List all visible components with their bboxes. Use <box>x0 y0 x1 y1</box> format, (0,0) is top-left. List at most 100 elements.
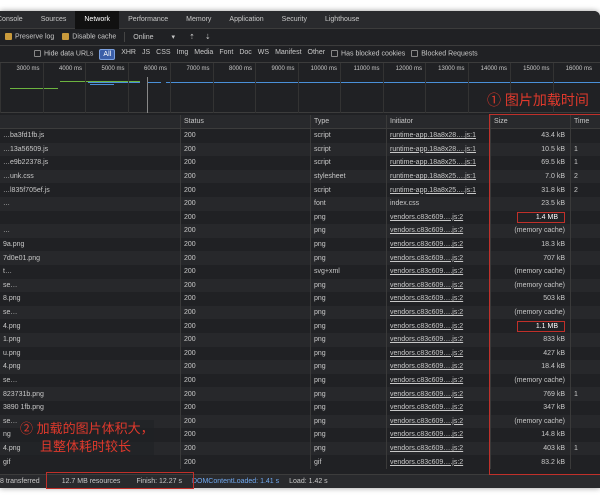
request-initiator[interactable]: runtime-app.18a8x28….js:1 <box>386 142 490 157</box>
request-initiator-text[interactable]: runtime-app.18a8x28….js:1 <box>390 146 476 153</box>
tab-security[interactable]: Security <box>273 11 316 29</box>
request-initiator[interactable]: runtime-app.18a8x25….js:1 <box>386 183 490 197</box>
request-initiator[interactable]: vendors.c83c609….js:2 <box>386 401 490 415</box>
filter-js[interactable]: JS <box>142 49 150 60</box>
request-name-text: …l835f705ef.js <box>3 186 50 194</box>
tab-memory[interactable]: Memory <box>177 11 220 29</box>
request-initiator[interactable]: vendors.c83c609….js:2 <box>386 237 490 252</box>
request-initiator[interactable]: vendors.c83c609….js:2 <box>386 428 490 442</box>
preserve-log-checkbox[interactable]: Preserve log <box>5 33 54 41</box>
filter-ws[interactable]: WS <box>258 49 269 60</box>
request-initiator[interactable]: vendors.c83c609….js:2 <box>386 210 490 225</box>
request-initiator[interactable]: runtime-app.18a8x25….js:1 <box>386 156 490 170</box>
request-status-text: 200 <box>184 322 196 330</box>
request-name-text: ng <box>3 431 11 439</box>
tab-lighthouse[interactable]: Lighthouse <box>316 11 368 29</box>
request-initiator-text[interactable]: vendors.c83c609….js:2 <box>390 282 463 289</box>
request-initiator-text[interactable]: vendors.c83c609….js:2 <box>390 404 463 411</box>
filter-font[interactable]: Font <box>219 49 233 60</box>
filter-all[interactable]: All <box>99 48 116 60</box>
filter-xhr[interactable]: XHR <box>121 49 136 60</box>
request-initiator[interactable]: vendors.c83c609….js:2 <box>386 441 490 456</box>
request-initiator-text[interactable]: runtime-app.18a8x25….js:1 <box>390 159 476 166</box>
request-initiator-text[interactable]: vendors.c83c609….js:2 <box>390 418 463 425</box>
tab-network[interactable]: Network <box>75 11 120 29</box>
request-initiator[interactable]: vendors.c83c609….js:2 <box>386 319 490 333</box>
request-initiator[interactable]: vendors.c83c609….js:2 <box>386 251 490 265</box>
has-blocked-cookies-checkbox[interactable]: Has blocked cookies <box>331 50 405 58</box>
timeline-tick-label: 5000 ms <box>101 66 125 72</box>
tab-sources[interactable]: Sources <box>32 11 76 29</box>
request-initiator[interactable]: vendors.c83c609….js:2 <box>386 455 490 469</box>
request-initiator-text[interactable]: vendors.c83c609….js:2 <box>390 377 463 384</box>
timeline-tick: 6000 ms <box>127 63 171 113</box>
request-initiator-text[interactable]: runtime-app.18a8x28….js:1 <box>390 132 476 139</box>
request-initiator[interactable]: vendors.c83c609….js:2 <box>386 414 490 429</box>
filter-css[interactable]: CSS <box>156 49 170 60</box>
request-initiator[interactable]: vendors.c83c609….js:2 <box>386 333 490 347</box>
throttle-select[interactable]: Online <box>133 34 153 41</box>
request-initiator-text[interactable]: vendors.c83c609….js:2 <box>390 268 463 275</box>
column-status[interactable]: Status <box>180 115 310 128</box>
request-type-text: png <box>314 417 326 425</box>
request-initiator[interactable]: vendors.c83c609….js:2 <box>386 373 490 388</box>
request-type: png <box>310 360 386 374</box>
timeline-tick-label: 14000 ms <box>480 66 507 72</box>
filter-img[interactable]: Img <box>177 49 189 60</box>
request-type-text: png <box>314 431 326 439</box>
request-initiator-text[interactable]: runtime-app.18a8x25….js:1 <box>390 187 476 194</box>
request-initiator[interactable]: runtime-app.18a8x25….js:1 <box>386 169 490 184</box>
hide-data-urls-label: Hide data URLs <box>44 50 94 58</box>
request-initiator[interactable]: vendors.c83c609….js:2 <box>386 346 490 361</box>
disable-cache-checkbox[interactable]: Disable cache <box>62 33 116 41</box>
request-initiator[interactable]: vendors.c83c609….js:2 <box>386 292 490 306</box>
request-status-text: 200 <box>184 200 196 208</box>
tab-application[interactable]: Application <box>220 11 272 29</box>
download-icon[interactable]: ⇣ <box>205 33 211 41</box>
request-initiator-text[interactable]: vendors.c83c609….js:2 <box>390 391 463 398</box>
request-initiator-text[interactable]: runtime-app.18a8x25….js:1 <box>390 173 476 180</box>
upload-icon[interactable]: ⇡ <box>189 33 195 41</box>
tab-console[interactable]: Console <box>0 11 32 29</box>
request-status-text: 200 <box>184 363 196 371</box>
request-initiator-text[interactable]: vendors.c83c609….js:2 <box>390 309 463 316</box>
request-initiator-text[interactable]: vendors.c83c609….js:2 <box>390 323 463 330</box>
column-initiator[interactable]: Initiator <box>386 115 490 128</box>
request-initiator[interactable]: runtime-app.18a8x28….js:1 <box>386 129 490 143</box>
blocked-requests-checkbox[interactable]: Blocked Requests <box>411 50 478 58</box>
request-name: 4.png <box>0 360 180 374</box>
request-initiator-text[interactable]: vendors.c83c609….js:2 <box>390 445 463 452</box>
request-type: png <box>310 428 386 442</box>
request-initiator[interactable]: vendors.c83c609….js:2 <box>386 265 490 279</box>
request-type-text: script <box>314 186 331 194</box>
chevron-down-icon[interactable]: ▾ <box>172 33 176 41</box>
request-initiator[interactable]: vendors.c83c609….js:2 <box>386 278 490 293</box>
request-status-text: 200 <box>184 268 196 276</box>
request-initiator-text[interactable]: vendors.c83c609….js:2 <box>390 214 463 221</box>
request-initiator[interactable]: vendors.c83c609….js:2 <box>386 224 490 238</box>
request-type-text: png <box>314 213 326 221</box>
column-type[interactable]: Type <box>310 115 386 128</box>
request-initiator[interactable]: vendors.c83c609….js:2 <box>386 360 490 374</box>
filter-media[interactable]: Media <box>194 49 213 60</box>
filter-manifest[interactable]: Manifest <box>275 49 301 60</box>
request-initiator-text[interactable]: vendors.c83c609….js:2 <box>390 241 463 248</box>
request-initiator-text[interactable]: vendors.c83c609….js:2 <box>390 227 463 234</box>
request-initiator-text[interactable]: vendors.c83c609….js:2 <box>390 459 463 466</box>
request-initiator[interactable]: vendors.c83c609….js:2 <box>386 305 490 320</box>
request-initiator-text[interactable]: vendors.c83c609….js:2 <box>390 363 463 370</box>
request-initiator[interactable]: vendors.c83c609….js:2 <box>386 387 490 401</box>
request-initiator-text[interactable]: vendors.c83c609….js:2 <box>390 295 463 302</box>
column-name[interactable] <box>0 115 180 128</box>
request-initiator-text[interactable]: vendors.c83c609….js:2 <box>390 336 463 343</box>
request-type-text: font <box>314 200 326 208</box>
filter-other[interactable]: Other <box>308 49 326 60</box>
request-type-text: png <box>314 241 326 249</box>
tab-performance[interactable]: Performance <box>119 11 177 29</box>
request-type-text: png <box>314 377 326 385</box>
hide-data-urls-checkbox[interactable]: Hide data URLs <box>34 50 94 58</box>
request-initiator-text[interactable]: vendors.c83c609….js:2 <box>390 431 463 438</box>
request-initiator-text[interactable]: vendors.c83c609….js:2 <box>390 255 463 262</box>
filter-doc[interactable]: Doc <box>239 49 251 60</box>
request-initiator-text[interactable]: vendors.c83c609….js:2 <box>390 350 463 357</box>
